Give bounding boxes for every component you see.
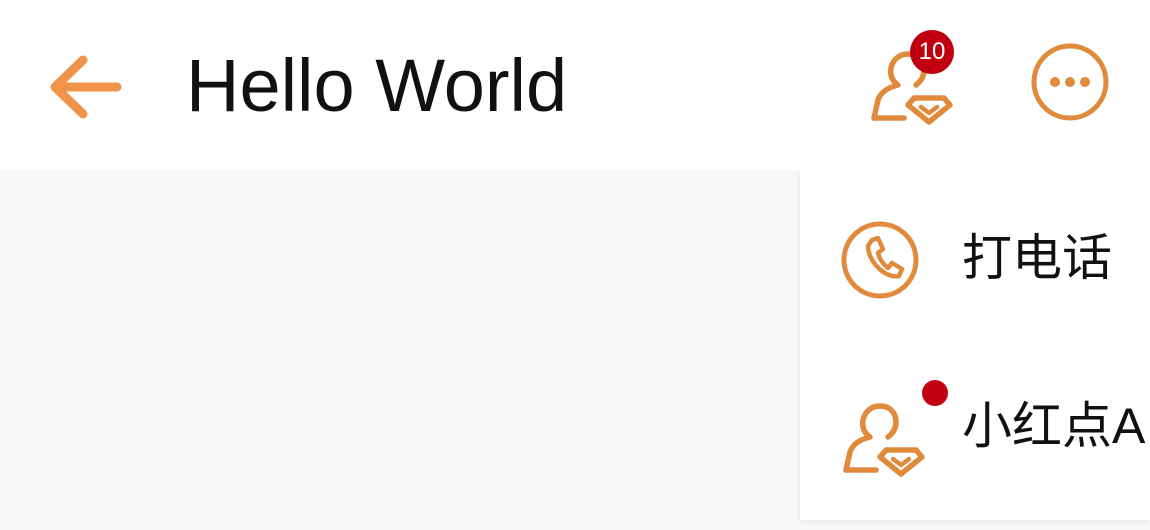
red-dot-indicator [922,380,948,406]
user-diamond-icon [838,380,948,477]
menu-item-call[interactable]: 打电话 [800,170,1150,340]
more-options-button[interactable] [1020,32,1120,132]
page-title: Hello World [186,44,568,127]
more-horizontal-icon [1031,43,1109,121]
arrow-left-icon [50,55,122,119]
vip-notification-button[interactable]: 10 [860,30,970,140]
menu-item-label: 小红点A [962,398,1146,454]
app-toolbar: Hello World 10 [0,0,1150,170]
popup-menu: 打电话 小红点A [800,170,1150,520]
notification-badge: 10 [910,30,954,74]
menu-item-label: 打电话 [962,230,1112,286]
phone-icon [838,216,928,306]
back-button[interactable] [40,42,130,132]
menu-item-red-dot-a[interactable]: 小红点A [800,340,1150,510]
